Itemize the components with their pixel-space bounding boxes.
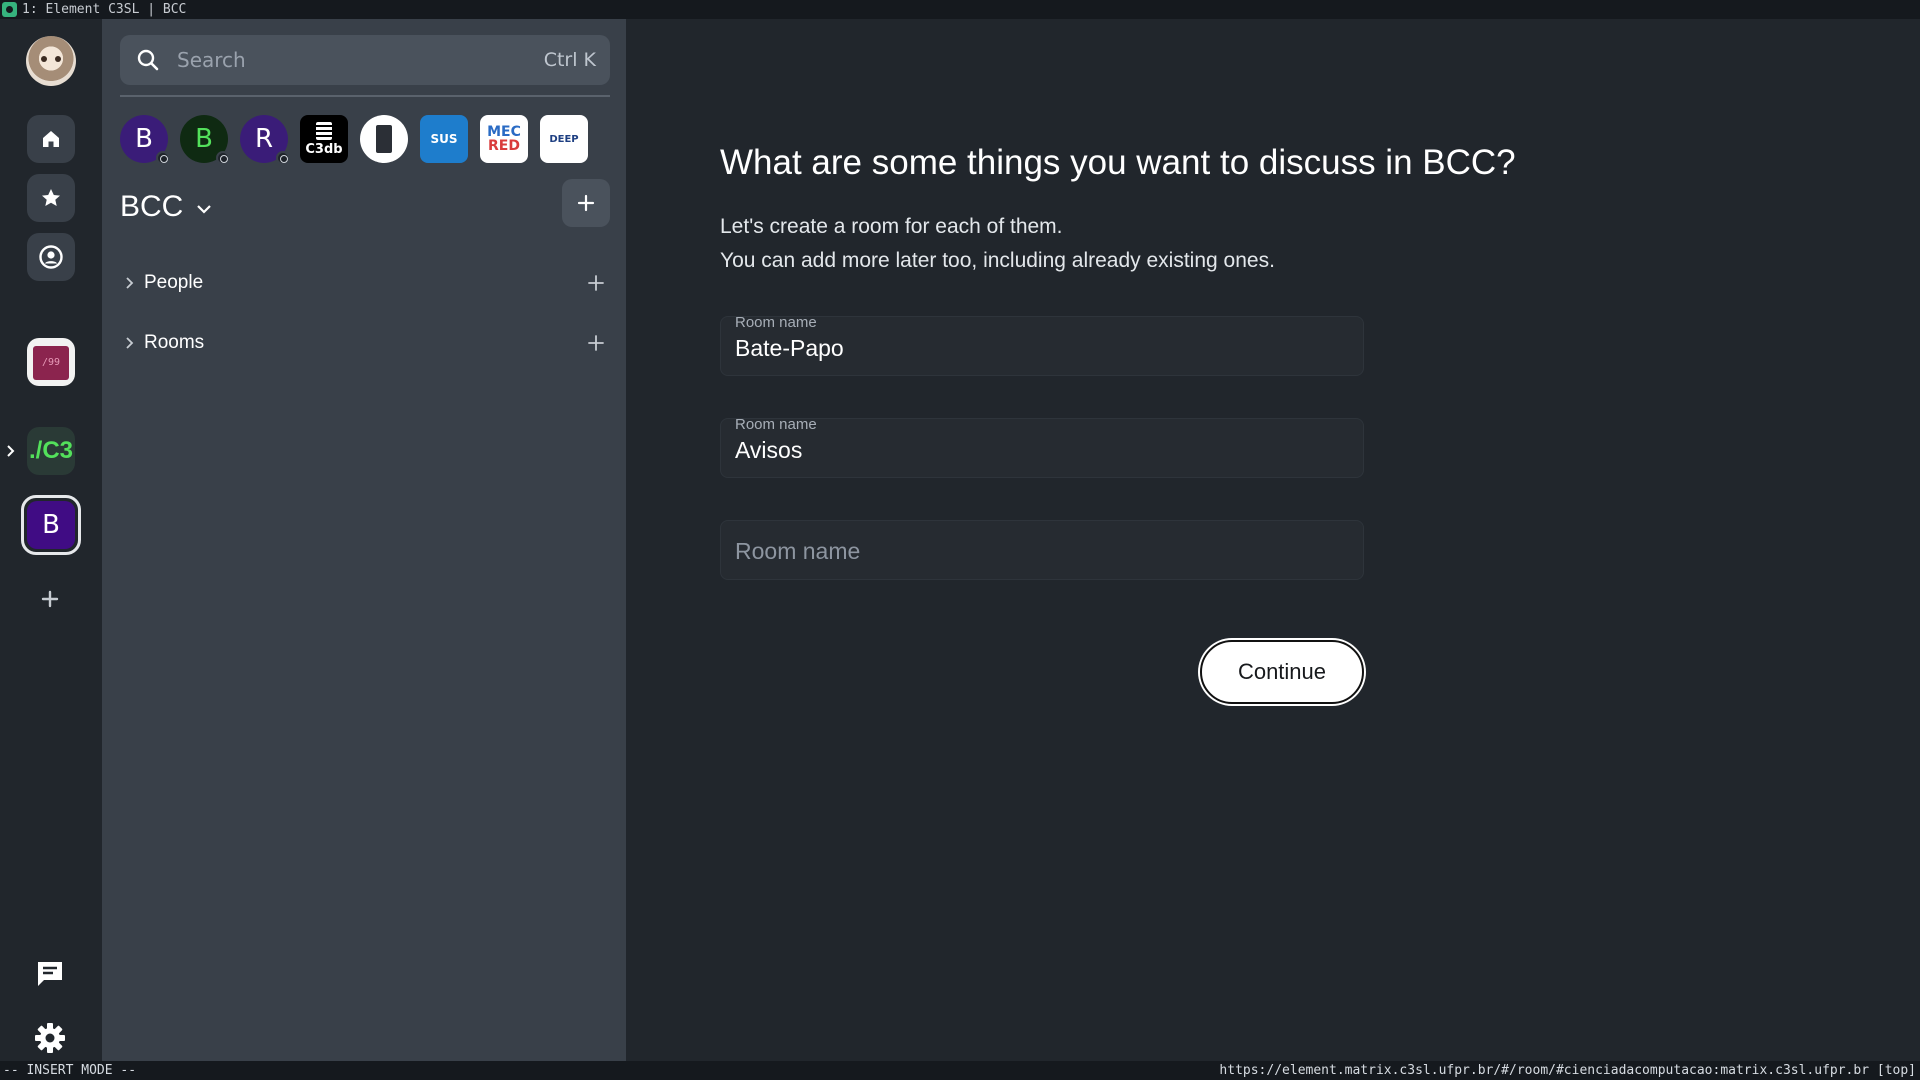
space-1-label: /99 bbox=[33, 346, 69, 380]
subspace-label: SUS bbox=[430, 132, 458, 146]
gear-icon[interactable] bbox=[33, 1021, 67, 1055]
search-placeholder: Search bbox=[177, 48, 246, 72]
divider bbox=[120, 95, 610, 97]
subspace-label: DEEP bbox=[549, 133, 579, 145]
main-content: What are some things you want to discuss… bbox=[626, 19, 1920, 1061]
search-shortcut: Ctrl K bbox=[543, 49, 596, 71]
status-url: https://element.matrix.c3sl.ufpr.br/#/ro… bbox=[1219, 1063, 1916, 1078]
subspace-label-top: MEC bbox=[487, 124, 521, 140]
add-room-icon[interactable] bbox=[586, 333, 606, 353]
space-header[interactable]: BCC bbox=[120, 187, 215, 227]
chevron-right-icon bbox=[126, 277, 134, 289]
home-icon bbox=[43, 131, 59, 147]
space-1-button[interactable]: /99 bbox=[27, 338, 75, 386]
chevron-down-icon bbox=[197, 205, 212, 214]
status-bar: -- INSERT MODE -- https://element.matrix… bbox=[0, 1061, 1920, 1080]
field-placeholder: Room name bbox=[735, 538, 861, 564]
public-badge-icon bbox=[276, 151, 290, 163]
section-people[interactable]: People bbox=[120, 267, 610, 299]
public-badge-icon bbox=[156, 151, 170, 163]
space-c3-label: ./C3 bbox=[28, 437, 73, 464]
room-list-panel: Search Ctrl K B B R C3db SUS MEC RED DEE… bbox=[102, 19, 626, 1061]
continue-button[interactable]: Continue bbox=[1200, 640, 1364, 704]
room-name-field-1[interactable]: Room name Bate-Papo bbox=[720, 314, 1364, 376]
plus-icon bbox=[577, 194, 595, 212]
field-value: Bate-Papo bbox=[735, 335, 844, 361]
subspace-document[interactable] bbox=[360, 115, 408, 163]
subspace-c3db[interactable]: C3db bbox=[300, 115, 348, 163]
section-label: People bbox=[144, 272, 204, 293]
subspace-sus[interactable]: SUS bbox=[420, 115, 468, 163]
room-name-field-3[interactable]: Room name bbox=[720, 520, 1364, 580]
room-name-field-2[interactable]: Room name Avisos bbox=[720, 416, 1364, 478]
avatar-eye-left bbox=[41, 56, 47, 62]
subspace-list: B B R C3db SUS MEC RED DEEP bbox=[120, 115, 610, 163]
space-rail: /99 ./C3 B bbox=[0, 19, 102, 1061]
subspace-b-purple[interactable]: B bbox=[120, 115, 170, 163]
public-badge-icon bbox=[216, 151, 230, 163]
window-title-bar: 1: Element C3SL | BCC bbox=[0, 0, 1920, 19]
chevron-right-icon[interactable] bbox=[4, 444, 18, 458]
home-button[interactable] bbox=[27, 115, 75, 163]
user-avatar[interactable] bbox=[26, 36, 76, 86]
person-circle-icon bbox=[39, 245, 63, 269]
favourites-button[interactable] bbox=[27, 174, 75, 222]
field-label: Room name bbox=[735, 416, 817, 433]
subspace-mec-red[interactable]: MEC RED bbox=[480, 115, 528, 163]
database-icon bbox=[316, 121, 332, 140]
star-icon bbox=[42, 189, 60, 206]
field-label: Room name bbox=[735, 314, 817, 331]
subspace-label: B bbox=[135, 124, 153, 154]
space-name: BCC bbox=[120, 190, 184, 223]
subspace-label: B bbox=[195, 124, 213, 154]
threads-icon[interactable] bbox=[33, 956, 67, 990]
subspace-b-green[interactable]: B bbox=[180, 115, 230, 163]
people-button[interactable] bbox=[27, 233, 75, 281]
section-label: Rooms bbox=[144, 332, 205, 353]
subspace-label-bottom: RED bbox=[488, 138, 520, 154]
document-icon bbox=[376, 125, 392, 153]
page-title: What are some things you want to discuss… bbox=[720, 143, 1516, 182]
window-title: 1: Element C3SL | BCC bbox=[22, 2, 187, 17]
editor-mode: -- INSERT MODE -- bbox=[3, 1063, 137, 1078]
avatar-eye-right bbox=[55, 56, 61, 62]
subspace-r[interactable]: R bbox=[240, 115, 290, 163]
chevron-right-icon bbox=[126, 337, 134, 349]
section-rooms[interactable]: Rooms bbox=[120, 327, 610, 359]
create-space-icon[interactable] bbox=[36, 585, 64, 613]
space-bcc-label: B bbox=[27, 501, 75, 549]
space-bcc-button[interactable]: B bbox=[21, 495, 81, 555]
add-people-icon[interactable] bbox=[586, 273, 606, 293]
space-c3-button[interactable]: ./C3 bbox=[27, 427, 75, 475]
search-icon bbox=[137, 49, 159, 71]
search-bar[interactable]: Search Ctrl K bbox=[120, 35, 610, 85]
add-room-button[interactable] bbox=[562, 179, 610, 227]
description-line-2: You can add more later too, including al… bbox=[720, 249, 1275, 272]
subspace-label: R bbox=[254, 124, 274, 154]
subspace-deep[interactable]: DEEP bbox=[540, 115, 588, 163]
field-value: Avisos bbox=[735, 437, 803, 463]
workspace-icon bbox=[2, 2, 17, 17]
subspace-label: C3db bbox=[305, 141, 343, 157]
description-line-1: Let's create a room for each of them. bbox=[720, 215, 1063, 238]
